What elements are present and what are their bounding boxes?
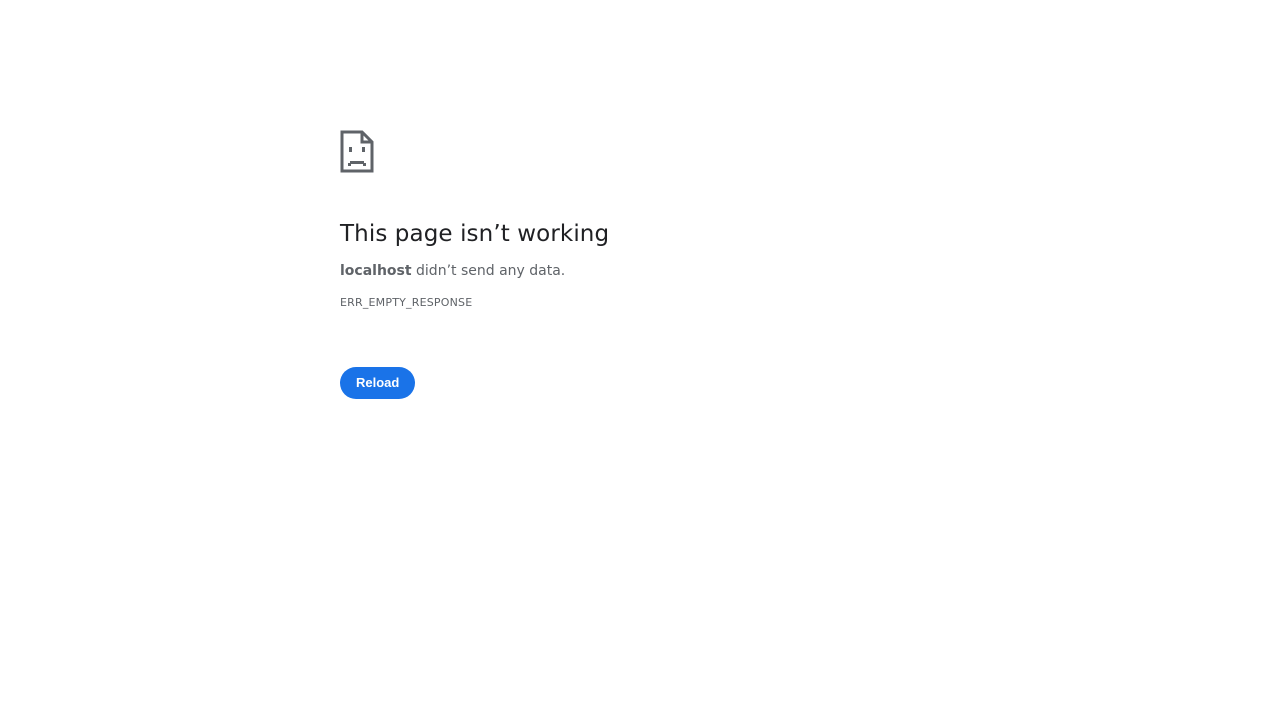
error-container: This page isn’t working localhost didn’t… — [340, 130, 940, 399]
reload-button[interactable]: Reload — [340, 367, 416, 399]
error-description: localhost didn’t send any data. — [340, 262, 940, 280]
error-code: ERR_EMPTY_RESPONSE — [340, 296, 473, 309]
page-title: This page isn’t working — [340, 221, 610, 247]
host-name: localhost — [340, 263, 412, 279]
error-message: didn’t send any data. — [416, 263, 566, 279]
sad-page-icon — [340, 130, 374, 173]
